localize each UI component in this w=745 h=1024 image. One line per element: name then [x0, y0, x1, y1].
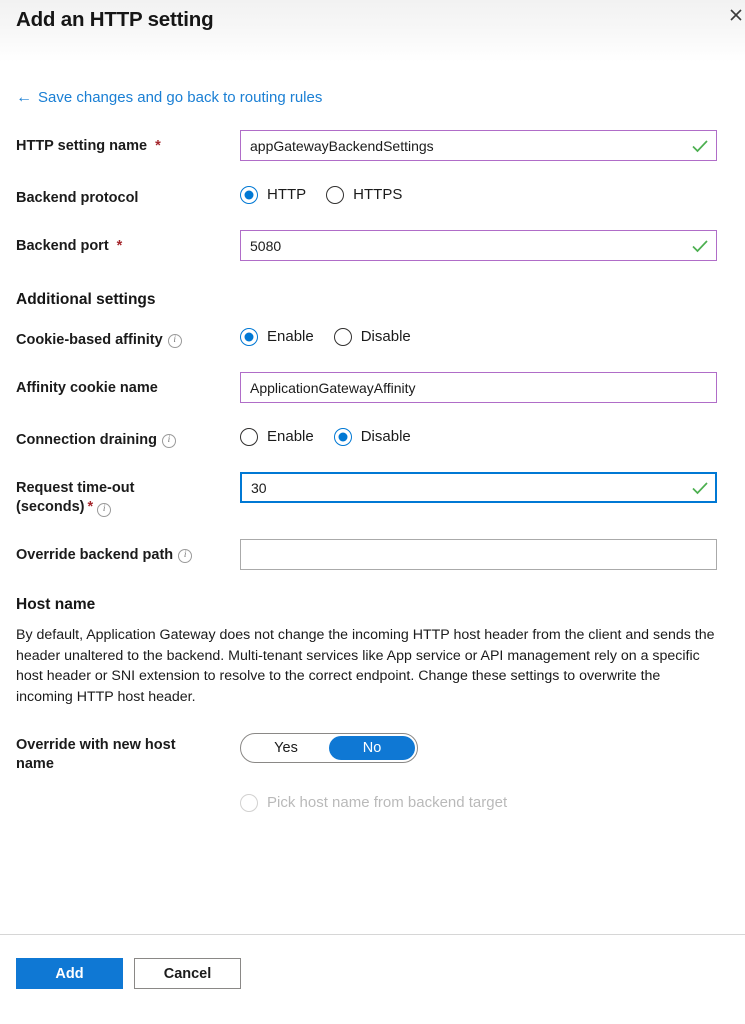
close-icon-glyph	[730, 9, 742, 21]
label-text: HTTP setting name	[16, 138, 148, 154]
label-text-line1: Request time-out	[16, 480, 135, 496]
blade-body: ← Save changes and go back to routing ru…	[0, 62, 745, 934]
add-button[interactable]: Add	[16, 958, 123, 989]
field-row-cookie-affinity: Cookie-based affinity i Enable Disable	[16, 325, 729, 350]
blade-header: Add an HTTP setting	[0, 0, 745, 62]
override-backend-path-input-wrap	[240, 539, 717, 570]
label-text: Affinity cookie name	[16, 380, 158, 396]
radio-label: Pick host name from backend target	[267, 794, 508, 811]
radio-cookie-affinity-disable[interactable]: Disable	[333, 328, 411, 346]
backend-port-control	[240, 230, 729, 261]
field-row-affinity-cookie-name: Affinity cookie name	[16, 372, 729, 403]
connection-draining-radio-group: Enable Disable	[240, 425, 729, 446]
radio-label: Disable	[360, 328, 411, 345]
cookie-affinity-label: Cookie-based affinity i	[16, 325, 240, 350]
radio-label: HTTP	[267, 186, 307, 203]
radio-dot-icon	[333, 428, 352, 446]
label-text: Backend protocol	[16, 190, 139, 206]
backend-port-label: Backend port *	[16, 230, 240, 256]
host-name-heading: Host name	[16, 596, 96, 613]
radio-label: Enable	[267, 328, 314, 345]
radio-dot-icon	[240, 794, 258, 812]
radio-label: Disable	[360, 428, 411, 445]
connection-draining-control: Enable Disable	[240, 425, 729, 446]
label-text: Override backend path	[16, 547, 174, 563]
radio-dot-icon	[240, 328, 258, 346]
affinity-cookie-name-control	[240, 372, 729, 403]
affinity-cookie-name-input-wrap	[240, 372, 717, 403]
override-host-name-control: Yes No	[240, 729, 729, 763]
toggle-option-yes[interactable]: Yes	[243, 736, 329, 760]
override-backend-path-label: Override backend path i	[16, 539, 240, 565]
field-row-override-backend-path: Override backend path i	[16, 539, 729, 570]
info-icon[interactable]: i	[161, 434, 176, 448]
override-host-name-toggle[interactable]: Yes No	[240, 733, 418, 763]
label-text: Backend port	[16, 238, 109, 254]
radio-connection-draining-disable[interactable]: Disable	[333, 428, 411, 446]
field-row-override-host-name: Override with new host name Yes No	[16, 729, 729, 774]
info-icon[interactable]: i	[178, 549, 193, 563]
field-row-backend-port: Backend port *	[16, 230, 729, 261]
close-icon[interactable]	[721, 2, 745, 30]
radio-label: HTTPS	[353, 186, 403, 203]
override-backend-path-input[interactable]	[240, 539, 717, 570]
radio-backend-protocol-https[interactable]: HTTPS	[326, 186, 402, 204]
blade-footer: Add Cancel	[0, 934, 745, 1024]
label-text-line2: (seconds)	[16, 499, 85, 515]
label-text-line1: Override with new host	[16, 737, 176, 753]
backend-protocol-radio-group: HTTP HTTPS	[240, 183, 729, 204]
save-and-back-link[interactable]: ← Save changes and go back to routing ru…	[16, 88, 322, 108]
label-text-line2: name	[16, 756, 54, 772]
label-text: Connection draining	[16, 432, 157, 448]
radio-label: Enable	[267, 428, 314, 445]
info-icon[interactable]: i	[167, 334, 182, 348]
radio-dot-icon	[333, 328, 352, 346]
backend-protocol-label: Backend protocol	[16, 183, 240, 208]
back-arrow-icon: ←	[16, 89, 32, 106]
affinity-cookie-name-label: Affinity cookie name	[16, 372, 240, 398]
request-timeout-label: Request time-out (seconds) * i	[16, 472, 240, 518]
backend-port-input[interactable]	[240, 230, 717, 261]
info-icon[interactable]: i	[97, 503, 112, 518]
host-name-description: By default, Application Gateway does not…	[16, 627, 715, 705]
request-timeout-input[interactable]	[240, 472, 717, 503]
backend-protocol-control: HTTP HTTPS	[240, 183, 729, 204]
additional-settings-heading: Additional settings	[16, 291, 156, 308]
radio-dot-icon	[240, 428, 258, 446]
label-text: Cookie-based affinity	[16, 332, 163, 348]
request-timeout-control	[240, 472, 729, 503]
page-title: Add an HTTP setting	[16, 8, 214, 31]
override-host-name-label: Override with new host name	[16, 729, 240, 774]
override-backend-path-control	[240, 539, 729, 570]
cookie-affinity-control: Enable Disable	[240, 325, 729, 346]
required-asterisk: *	[87, 499, 94, 515]
backend-port-input-wrap	[240, 230, 717, 261]
save-and-back-label: Save changes and go back to routing rule…	[38, 89, 323, 106]
toggle-option-no[interactable]: No	[329, 736, 415, 760]
http-setting-name-label: HTTP setting name *	[16, 130, 240, 156]
field-row-http-setting-name: HTTP setting name *	[16, 130, 729, 161]
field-row-request-timeout: Request time-out (seconds) * i	[16, 472, 729, 518]
radio-connection-draining-enable[interactable]: Enable	[240, 428, 314, 446]
radio-pick-host-name[interactable]: Pick host name from backend target	[240, 794, 507, 812]
cookie-affinity-radio-group: Enable Disable	[240, 325, 729, 346]
affinity-cookie-name-input[interactable]	[240, 372, 717, 403]
http-setting-name-input-wrap	[240, 130, 717, 161]
connection-draining-label: Connection draining i	[16, 425, 240, 450]
radio-cookie-affinity-enable[interactable]: Enable	[240, 328, 314, 346]
field-row-pick-host-name: Pick host name from backend target	[16, 794, 729, 812]
field-row-backend-protocol: Backend protocol HTTP HTTPS	[16, 183, 729, 208]
radio-dot-icon	[240, 186, 258, 204]
http-setting-name-input[interactable]	[240, 130, 717, 161]
request-timeout-input-wrap	[240, 472, 717, 503]
radio-backend-protocol-http[interactable]: HTTP	[240, 186, 306, 204]
field-row-connection-draining: Connection draining i Enable Disable	[16, 425, 729, 450]
radio-dot-icon	[326, 186, 345, 204]
required-asterisk: *	[116, 238, 123, 254]
http-setting-name-control	[240, 130, 729, 161]
cancel-button[interactable]: Cancel	[134, 958, 241, 989]
required-asterisk: *	[155, 138, 161, 154]
